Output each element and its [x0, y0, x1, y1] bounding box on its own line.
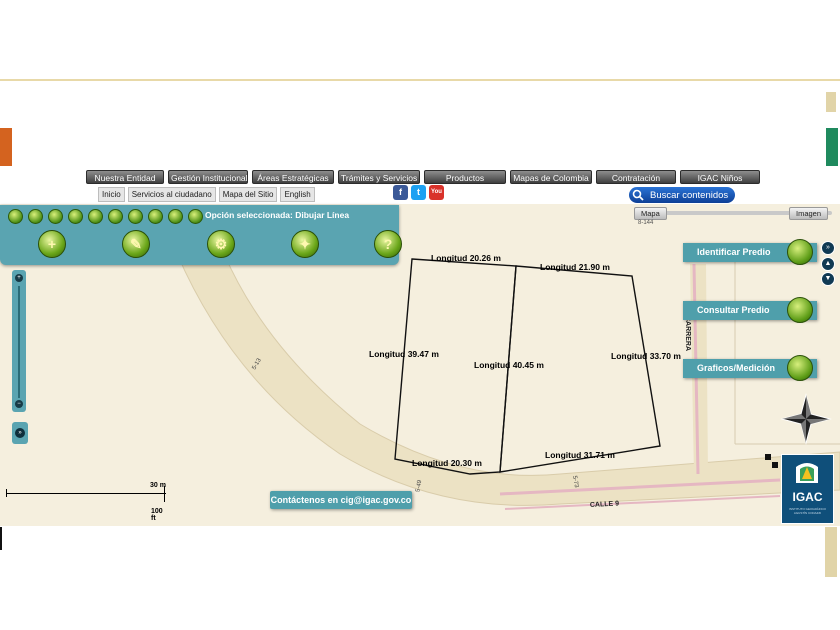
- nav-tramites-servicios[interactable]: Trámites y Servicios: [338, 170, 420, 184]
- facebook-icon[interactable]: f: [393, 185, 408, 200]
- nav-productos[interactable]: Productos: [424, 170, 506, 184]
- page-frame: Nuestra Entidad Gestión Institucional Ár…: [0, 0, 840, 630]
- logo-name: IGAC: [792, 490, 823, 504]
- left-edge-mark: [0, 527, 2, 550]
- graphics-measure-label: Graficos/Medición: [697, 363, 776, 373]
- small-tools: [8, 209, 203, 224]
- zoom-plus-icon[interactable]: +: [15, 274, 23, 282]
- search-label: Buscar contenidos: [650, 189, 729, 201]
- compass-icon: [780, 393, 832, 445]
- graphics-measure-button[interactable]: Graficos/Medición: [683, 355, 817, 381]
- pan-icon[interactable]: [48, 209, 63, 224]
- map-marker: [772, 462, 778, 468]
- map-small-label: 8-144: [638, 220, 654, 226]
- measure-bottom-right: Longitud 31.71 m: [545, 450, 615, 460]
- right-deco-tan: [826, 92, 836, 112]
- zoom-in-icon[interactable]: [8, 209, 23, 224]
- nav-areas-estrategicas[interactable]: Áreas Estratégicas: [252, 170, 334, 184]
- selected-option-label: Opción seleccionada: Dibujar Línea: [205, 210, 350, 220]
- map-layer-button[interactable]: Mapa: [634, 207, 667, 220]
- image-layer-button[interactable]: Imagen: [789, 207, 829, 220]
- identify-parcel-button[interactable]: Identificar Predio: [683, 239, 817, 265]
- measure-bottom-left: Longitud 20.30 m: [412, 458, 482, 468]
- calle-label: CALLE 9: [590, 500, 620, 509]
- identify-parcel-label: Identificar Predio: [697, 247, 771, 257]
- home-icon[interactable]: [68, 209, 83, 224]
- twitter-icon[interactable]: t: [411, 185, 426, 200]
- igac-emblem-icon: [796, 463, 818, 483]
- zoom-minus-icon[interactable]: −: [15, 400, 23, 408]
- globe-icon[interactable]: [88, 209, 103, 224]
- ruler-icon: [787, 355, 813, 381]
- collapse-panel-icon[interactable]: »: [821, 241, 835, 255]
- tool-help-icon[interactable]: ?: [374, 230, 402, 258]
- info-icon[interactable]: [128, 209, 143, 224]
- arrow-down-icon[interactable]: ▼: [821, 272, 835, 286]
- tool-add-icon[interactable]: +: [38, 230, 66, 258]
- nav-igac-ninos[interactable]: IGAC Niños: [680, 170, 760, 184]
- zoom-out-icon[interactable]: [28, 209, 43, 224]
- tool-draw-icon[interactable]: ✦: [291, 230, 319, 258]
- subnav-english[interactable]: English: [280, 187, 315, 202]
- main-navigation: Nuestra Entidad Gestión Institucional Ár…: [86, 170, 760, 184]
- consult-parcel-button[interactable]: Consultar Predio: [683, 297, 817, 323]
- youtube-icon[interactable]: You: [429, 185, 444, 200]
- tool-settings-icon[interactable]: ⚙: [207, 230, 235, 258]
- subnav-servicios-ciudadano[interactable]: Servicios al ciudadano: [127, 187, 216, 202]
- ruler-icon[interactable]: [168, 209, 183, 224]
- measure-top-right: Longitud 21.90 m: [540, 262, 610, 272]
- contact-button[interactable]: Contáctenos en cig@igac.gov.co: [270, 491, 412, 509]
- left-deco-orange: [0, 128, 12, 166]
- map-marker: [765, 454, 771, 460]
- measure-middle: Longitud 40.45 m: [474, 360, 544, 370]
- search-button[interactable]: Buscar contenidos: [629, 187, 735, 203]
- tool-edit-icon[interactable]: ✎: [122, 230, 150, 258]
- layer-switch: Mapa Imagen: [634, 207, 832, 220]
- measure-left: Longitud 39.47 m: [369, 349, 439, 359]
- scale-tick: [164, 494, 165, 502]
- expand-icon: »: [15, 428, 25, 438]
- logo-subtitle: INSTITUTO GEOGRÁFICO AGUSTÍN CODAZZI: [789, 507, 826, 515]
- house-icon: [787, 297, 813, 323]
- subnav-mapa-sitio[interactable]: Mapa del Sitio: [218, 187, 278, 202]
- carrera-label: CARRERA: [684, 316, 691, 351]
- nav-gestion-institucional[interactable]: Gestión Institucional: [168, 170, 248, 184]
- scale-tick: [6, 489, 7, 497]
- help-icon[interactable]: [188, 209, 203, 224]
- back-icon[interactable]: [148, 209, 163, 224]
- zoom-track[interactable]: [18, 286, 20, 398]
- scale-meters-label: 30 m: [150, 482, 166, 489]
- nav-contratacion[interactable]: Contratación: [596, 170, 676, 184]
- igac-logo: IGAC INSTITUTO GEOGRÁFICO AGUSTÍN CODAZZ…: [781, 454, 834, 524]
- sub-navigation: Inicio Servicios al ciudadano Mapa del S…: [98, 187, 315, 202]
- scale-line: [6, 493, 166, 494]
- scale-feet-label: 100 ft: [151, 508, 163, 522]
- top-divider: [0, 79, 840, 81]
- nav-mapas-colombia[interactable]: Mapas de Colombia: [510, 170, 592, 184]
- right-deco-green: [826, 128, 838, 166]
- right-edge-mark: [825, 527, 837, 577]
- tool-panel: Opción seleccionada: Dibujar Línea + ✎ ⚙…: [0, 205, 402, 265]
- measure-top-left: Longitud 20.26 m: [431, 253, 501, 263]
- consult-parcel-label: Consultar Predio: [697, 305, 770, 315]
- zoom-slider[interactable]: + −: [12, 270, 26, 412]
- measure-right: Longitud 33.70 m: [611, 351, 681, 361]
- expand-button[interactable]: »: [12, 422, 28, 444]
- house-icon: [787, 239, 813, 265]
- nav-nuestra-entidad[interactable]: Nuestra Entidad: [86, 170, 164, 184]
- search-icon: [632, 189, 644, 201]
- scale-bar: 30 m 100 ft: [6, 480, 166, 522]
- arrow-up-icon[interactable]: ▲: [821, 257, 835, 271]
- subnav-inicio[interactable]: Inicio: [98, 187, 125, 202]
- hand-icon[interactable]: [108, 209, 123, 224]
